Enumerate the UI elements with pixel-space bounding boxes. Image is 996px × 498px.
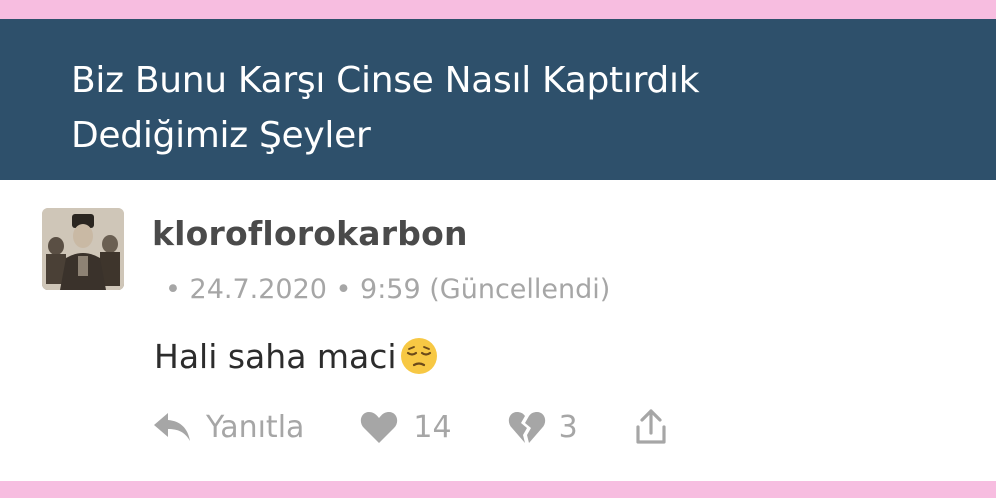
- comment-actions: Yanıtla 14 3: [152, 404, 669, 450]
- broken-heart-icon: [508, 412, 545, 443]
- heart-icon: [361, 412, 398, 443]
- share-icon: [636, 409, 666, 444]
- pensive-face-icon: [400, 338, 437, 374]
- post-title-line-2: Dediğimiz Şeyler: [71, 115, 371, 156]
- edited-label: (Güncellendi): [429, 274, 611, 305]
- share-button[interactable]: [633, 408, 669, 446]
- post-header: Biz Bunu Karşı Cinse Nasıl Kaptırdık Ded…: [0, 19, 996, 180]
- like-button[interactable]: 14: [359, 409, 452, 445]
- bullet-separator: •: [326, 274, 361, 305]
- dislike-button[interactable]: 3: [507, 409, 578, 445]
- comment-text-row: Hali saha maci: [154, 336, 439, 376]
- post-title: Biz Bunu Karşı Cinse Nasıl Kaptırdık Ded…: [71, 53, 931, 163]
- avatar-photo: [42, 208, 124, 290]
- post-title-line-1: Biz Bunu Karşı Cinse Nasıl Kaptırdık: [71, 60, 700, 101]
- reply-arrow-icon: [154, 413, 190, 441]
- bottom-border: [0, 481, 996, 498]
- dislike-count: 3: [558, 409, 578, 445]
- top-border: [0, 0, 996, 19]
- reply-label: Yanıtla: [206, 409, 305, 445]
- like-count: 14: [413, 409, 452, 445]
- reply-button[interactable]: Yanıtla: [152, 410, 304, 445]
- avatar[interactable]: [42, 208, 124, 290]
- username[interactable]: kloroflorokarbon: [152, 214, 468, 253]
- comment-time: 9:59: [360, 274, 421, 305]
- comment-meta: • 24.7.2020 • 9:59 (Güncellendi): [165, 274, 610, 305]
- bullet-separator: •: [165, 274, 190, 305]
- comment-date: 24.7.2020: [189, 274, 327, 305]
- comment-text: Hali saha maci: [154, 336, 397, 376]
